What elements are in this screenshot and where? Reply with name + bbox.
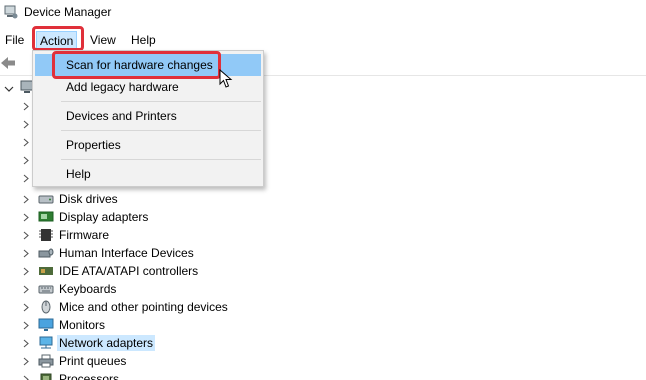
network-adapter-icon	[39, 336, 53, 349]
firmware-icon	[39, 229, 53, 241]
tree-item-hid[interactable]: Human Interface Devices	[0, 244, 646, 262]
display-adapter-icon	[38, 211, 54, 222]
menu-view[interactable]: View	[87, 31, 119, 49]
menu-separator	[61, 130, 261, 131]
tree-item-display-adapters[interactable]: Display adapters	[0, 208, 646, 226]
tree-item-label: IDE ATA/ATAPI controllers	[59, 264, 199, 278]
tree-item-keyboards[interactable]: Keyboards	[0, 280, 646, 298]
tree-item-label: Monitors	[59, 318, 106, 332]
chevron-right-icon[interactable]	[22, 174, 30, 183]
menu-bar: File Action View Help	[0, 28, 646, 50]
printer-icon	[38, 354, 54, 368]
chevron-right-icon[interactable]	[22, 375, 30, 380]
menu-help[interactable]: Help	[128, 31, 159, 49]
tree-item-disk-drives[interactable]: Disk drives	[0, 190, 646, 208]
menu-properties[interactable]: Properties	[35, 134, 261, 156]
chevron-down-icon[interactable]	[4, 84, 14, 94]
monitor-icon	[38, 318, 54, 331]
tree-item-network-adapters[interactable]: Network adapters	[0, 334, 646, 352]
tree-item-label: Firmware	[59, 228, 109, 242]
chevron-right-icon[interactable]	[22, 285, 30, 294]
menu-separator	[61, 101, 261, 102]
chevron-right-icon[interactable]	[22, 102, 30, 111]
device-manager-icon	[4, 5, 18, 19]
mouse-icon	[41, 300, 51, 314]
tree-item-mice[interactable]: Mice and other pointing devices	[0, 298, 646, 316]
disk-drive-icon	[38, 195, 54, 204]
menu-devices-and-printers[interactable]: Devices and Printers	[35, 105, 261, 127]
window-title: Device Manager	[24, 5, 112, 19]
chevron-right-icon[interactable]	[22, 267, 30, 276]
tree-item-print-queues[interactable]: Print queues	[0, 352, 646, 370]
tree-item-processors[interactable]: Processors	[0, 370, 646, 380]
tree-item-monitors[interactable]: Monitors	[0, 316, 646, 334]
title-bar: Device Manager	[0, 0, 646, 26]
menu-file[interactable]: File	[2, 31, 27, 49]
hid-icon	[38, 248, 54, 258]
tree-item-firmware[interactable]: Firmware	[0, 226, 646, 244]
chevron-right-icon[interactable]	[22, 339, 30, 348]
chevron-right-icon[interactable]	[22, 249, 30, 258]
menu-help-item[interactable]: Help	[35, 163, 261, 185]
chevron-right-icon[interactable]	[22, 357, 30, 366]
chevron-right-icon[interactable]	[22, 120, 30, 129]
tree-item-label: Processors	[59, 372, 120, 380]
keyboard-icon	[38, 285, 54, 294]
chevron-right-icon[interactable]	[22, 213, 30, 222]
tree-item-label: Disk drives	[59, 192, 118, 206]
tree-item-label: Mice and other pointing devices	[59, 300, 228, 314]
chevron-right-icon[interactable]	[22, 231, 30, 240]
tree-item-ide-controllers[interactable]: IDE ATA/ATAPI controllers	[0, 262, 646, 280]
chevron-right-icon[interactable]	[22, 195, 30, 204]
tree-item-label: Network adapters	[57, 335, 156, 351]
tree-item-label: Keyboards	[59, 282, 117, 296]
chevron-right-icon[interactable]	[22, 138, 30, 147]
chevron-right-icon[interactable]	[22, 156, 30, 165]
ide-controller-icon	[39, 267, 53, 275]
mouse-cursor-icon	[219, 69, 233, 88]
tree-item-label: Display adapters	[59, 210, 149, 224]
tree-item-label: Print queues	[59, 354, 127, 368]
chevron-right-icon[interactable]	[22, 321, 30, 330]
menu-separator	[61, 159, 261, 160]
tree-item-label: Human Interface Devices	[59, 246, 194, 260]
back-arrow-icon[interactable]	[0, 56, 16, 70]
chevron-right-icon[interactable]	[22, 303, 30, 312]
processor-icon	[40, 373, 52, 380]
action-menu-highlight	[32, 26, 84, 51]
scan-item-highlight	[52, 51, 221, 79]
